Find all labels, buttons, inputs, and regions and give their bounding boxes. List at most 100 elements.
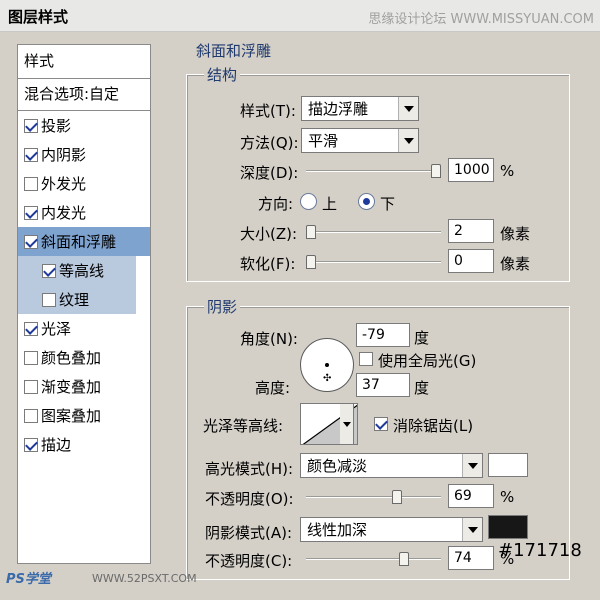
highlight-color-swatch[interactable] (488, 453, 528, 477)
style-item-label: 纹理 (59, 291, 90, 309)
style-item[interactable]: 纹理 (18, 285, 136, 314)
style-item-checkbox[interactable] (24, 234, 38, 249)
title-bar: 图层样式 思缘设计论坛 WWW.MISSYUAN.COM (0, 0, 600, 32)
style-select[interactable]: 描边浮雕 (301, 96, 419, 121)
soften-input[interactable]: 0 (448, 249, 494, 273)
angle-dial[interactable]: ✣ (300, 338, 354, 392)
angle-label: 角度(N): (240, 330, 298, 348)
shadow-mode-label: 阴影模式(A): (205, 524, 293, 542)
blend-options-item[interactable]: 混合选项:自定 (18, 79, 150, 111)
direction-label: 方向: (258, 195, 294, 213)
highlight-mode-label: 高光模式(H): (205, 460, 294, 478)
direction-down-radio[interactable] (358, 193, 375, 210)
style-item-checkbox[interactable] (24, 379, 38, 394)
soften-slider-thumb[interactable] (306, 255, 316, 269)
bevel-section-title: 斜面和浮雕 (192, 40, 276, 61)
style-item-label: 颜色叠加 (41, 349, 102, 367)
depth-slider-thumb[interactable] (431, 164, 441, 178)
shadow-mode-select[interactable]: 线性加深 (300, 517, 483, 542)
size-unit: 像素 (500, 225, 531, 243)
footer-logo: PS学堂 (6, 572, 51, 587)
style-item[interactable]: 图案叠加 (18, 401, 150, 430)
style-item-label: 斜面和浮雕 (41, 233, 117, 251)
style-select-value: 描边浮雕 (308, 100, 369, 118)
dial-center-dot (325, 363, 329, 367)
depth-input[interactable]: 1000 (448, 158, 494, 182)
altitude-label: 高度: (255, 379, 291, 397)
highlight-opacity-thumb[interactable] (392, 490, 403, 504)
top-watermark: 思缘设计论坛 WWW.MISSYUAN.COM (368, 12, 594, 27)
style-item-label: 内阴影 (41, 146, 87, 164)
style-item[interactable]: 内阴影 (18, 140, 150, 169)
chevron-down-icon (398, 97, 418, 120)
size-slider-track[interactable] (306, 231, 441, 233)
size-slider-thumb[interactable] (306, 225, 316, 239)
gloss-contour-dropdown[interactable] (340, 403, 354, 445)
style-item-label: 描边 (41, 436, 72, 454)
anti-alias-label: 消除锯齿(L) (393, 417, 474, 435)
style-item-label: 光泽 (41, 320, 72, 338)
anti-alias-checkbox[interactable] (374, 417, 388, 431)
soften-slider-track[interactable] (306, 261, 441, 263)
style-item[interactable]: 颜色叠加 (18, 343, 150, 372)
direction-up-radio[interactable] (300, 193, 317, 210)
altitude-unit: 度 (414, 379, 430, 397)
style-item-label: 内发光 (41, 204, 87, 222)
global-light-checkbox[interactable] (359, 352, 373, 366)
style-item-checkbox[interactable] (24, 205, 38, 220)
styles-panel: 样式 混合选项:自定 投影内阴影外发光内发光斜面和浮雕等高线纹理光泽颜色叠加渐变… (17, 44, 151, 564)
footer-url: WWW.52PSXT.COM (92, 572, 197, 585)
style-item-checkbox[interactable] (24, 147, 38, 162)
style-item-checkbox[interactable] (24, 350, 38, 365)
style-item[interactable]: 等高线 (18, 256, 136, 285)
style-item[interactable]: 外发光 (18, 169, 150, 198)
global-light-label: 使用全局光(G) (378, 352, 477, 370)
chevron-down-icon (462, 454, 482, 477)
highlight-opacity-input[interactable]: 69 (448, 484, 494, 508)
highlight-mode-value: 颜色减淡 (307, 457, 368, 475)
shadow-opacity-unit: % (500, 550, 515, 568)
shadow-opacity-label: 不透明度(C): (205, 552, 293, 570)
style-item-checkbox[interactable] (24, 321, 38, 336)
technique-label: 方法(Q): (240, 134, 299, 152)
shadow-opacity-track[interactable] (306, 558, 441, 560)
style-item-checkbox[interactable] (24, 118, 38, 133)
direction-up-label: 上 (322, 195, 338, 213)
size-input[interactable]: 2 (448, 219, 494, 243)
style-item-label: 渐变叠加 (41, 378, 102, 396)
style-item-checkbox[interactable] (24, 408, 38, 423)
shadow-color-swatch[interactable] (488, 515, 528, 539)
highlight-opacity-track[interactable] (306, 496, 441, 498)
soften-unit: 像素 (500, 255, 531, 273)
shadow-opacity-thumb[interactable] (398, 552, 409, 566)
style-item-checkbox[interactable] (42, 263, 56, 278)
angle-unit: 度 (414, 329, 430, 347)
depth-slider-track[interactable] (306, 170, 441, 172)
direction-down-label: 下 (380, 195, 396, 213)
style-item[interactable]: 渐变叠加 (18, 372, 150, 401)
style-item[interactable]: 内发光 (18, 198, 150, 227)
style-item-checkbox[interactable] (42, 292, 56, 307)
soften-label: 软化(F): (240, 255, 296, 273)
depth-unit: % (500, 162, 515, 180)
style-item[interactable]: 描边 (18, 430, 150, 459)
highlight-opacity-unit: % (500, 488, 515, 506)
shading-group-label: 阴影 (204, 296, 241, 317)
highlight-mode-select[interactable]: 颜色减淡 (300, 453, 483, 478)
style-item[interactable]: 斜面和浮雕 (18, 227, 150, 256)
style-item-label: 等高线 (59, 262, 105, 280)
style-item-checkbox[interactable] (24, 437, 38, 452)
shadow-opacity-input[interactable]: 74 (448, 546, 494, 570)
styles-header[interactable]: 样式 (18, 45, 150, 79)
style-item[interactable]: 光泽 (18, 314, 150, 343)
angle-input[interactable]: -79 (356, 323, 410, 347)
structure-group-label: 结构 (204, 64, 241, 85)
crosshair-icon: ✣ (323, 373, 332, 384)
technique-select[interactable]: 平滑 (301, 128, 419, 153)
depth-label: 深度(D): (240, 164, 299, 182)
style-item-checkbox[interactable] (24, 176, 38, 191)
technique-select-value: 平滑 (308, 132, 339, 150)
style-item[interactable]: 投影 (18, 111, 150, 140)
altitude-input[interactable]: 37 (356, 373, 410, 397)
gloss-contour-label: 光泽等高线: (203, 417, 284, 435)
